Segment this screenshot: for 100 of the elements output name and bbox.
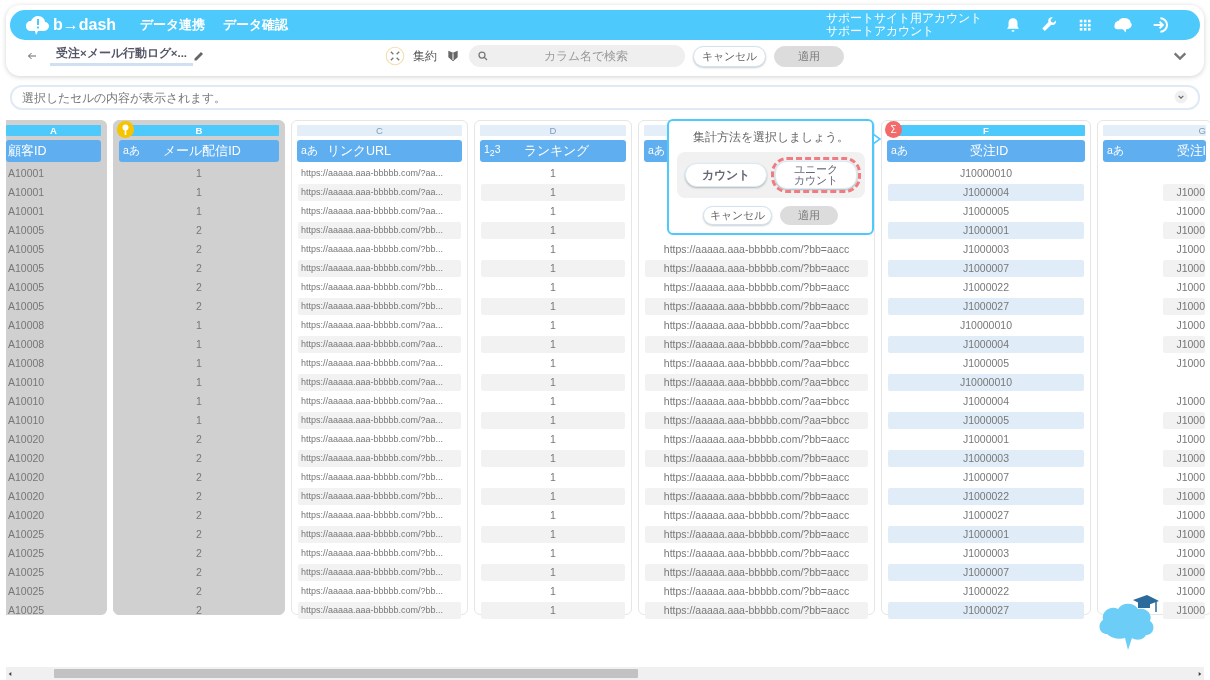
- table-cell[interactable]: https://aaaaa.aaa-bbbbb.com/?bb=aacc: [645, 488, 868, 505]
- table-cell[interactable]: https://aaaaa.aaa-bbbbb.com/?aa=bbcc: [645, 336, 868, 353]
- table-cell[interactable]: J1000005: [888, 355, 1084, 372]
- table-cell[interactable]: 1: [481, 393, 625, 410]
- column-header[interactable]: 1$_{2}$3 ランキング: [480, 140, 626, 162]
- table-cell[interactable]: J1000027: [888, 507, 1084, 524]
- column-header[interactable]: aあ メール配信ID: [119, 140, 279, 162]
- table-cell[interactable]: A10025: [7, 583, 100, 600]
- table-cell[interactable]: A10008: [7, 355, 100, 372]
- table-cell[interactable]: J10000010: [888, 165, 1084, 182]
- horizontal-scrollbar[interactable]: [6, 667, 1204, 680]
- table-cell[interactable]: 1: [120, 355, 278, 372]
- table-cell[interactable]: 1: [481, 184, 625, 201]
- table-cell[interactable]: A10025: [7, 564, 100, 581]
- table-cell[interactable]: 1: [120, 412, 278, 429]
- table-cell[interactable]: J1000007: [888, 564, 1084, 581]
- table-cell[interactable]: https://aaaaa.aaa-bbbbb.com/?bb...: [298, 222, 461, 239]
- column-letter[interactable]: C: [297, 125, 462, 136]
- table-cell[interactable]: A10010: [7, 412, 100, 429]
- table-cell[interactable]: J1000005: [888, 203, 1084, 220]
- column-header[interactable]: aあ リンクURL: [297, 140, 462, 162]
- table-cell[interactable]: A10008: [7, 317, 100, 334]
- column-letter[interactable]: G: [1103, 125, 1206, 136]
- table-cell[interactable]: 2: [120, 602, 278, 619]
- table-cell[interactable]: 2: [120, 450, 278, 467]
- pencil-icon[interactable]: [193, 50, 206, 62]
- table-cell[interactable]: J1000: [1163, 431, 1205, 448]
- table-cell[interactable]: 2: [120, 545, 278, 562]
- table-cell[interactable]: https://aaaaa.aaa-bbbbb.com/?aa...: [298, 336, 461, 353]
- chevron-down-icon[interactable]: [1174, 90, 1188, 104]
- table-cell[interactable]: A10005: [7, 279, 100, 296]
- table-cell[interactable]: J1000022: [888, 279, 1084, 296]
- table-cell[interactable]: A10025: [7, 545, 100, 562]
- sheet-title[interactable]: 受注×メール行動ログ×...: [50, 46, 194, 66]
- table-cell[interactable]: 1: [481, 355, 625, 372]
- column-header[interactable]: aあ 受注I: [1103, 140, 1206, 162]
- table-cell[interactable]: A10001: [7, 165, 100, 182]
- table-cell[interactable]: A10005: [7, 241, 100, 258]
- table-cell[interactable]: J1000: [1163, 222, 1205, 239]
- table-cell[interactable]: https://aaaaa.aaa-bbbbb.com/?bb=aacc: [645, 279, 868, 296]
- table-cell[interactable]: https://aaaaa.aaa-bbbbb.com/?bb=aacc: [645, 431, 868, 448]
- table-cell[interactable]: 1: [481, 412, 625, 429]
- table-cell[interactable]: 2: [120, 279, 278, 296]
- table-cell[interactable]: 2: [120, 431, 278, 448]
- wrench-icon[interactable]: [1040, 16, 1058, 34]
- scrollbar-thumb[interactable]: [54, 669, 638, 678]
- table-cell[interactable]: J1000: [1163, 298, 1205, 315]
- cancel-button[interactable]: キャンセル: [703, 206, 772, 225]
- table-cell[interactable]: https://aaaaa.aaa-bbbbb.com/?bb...: [298, 450, 461, 467]
- table-cell[interactable]: 1: [481, 469, 625, 486]
- table-cell[interactable]: J1000004: [888, 336, 1084, 353]
- table-cell[interactable]: J1000004: [888, 184, 1084, 201]
- table-cell[interactable]: A10001: [7, 184, 100, 201]
- table-cell[interactable]: A10005: [7, 222, 100, 239]
- table-cell[interactable]: A10008: [7, 336, 100, 353]
- table-cell[interactable]: A10010: [7, 374, 100, 391]
- table-cell[interactable]: https://aaaaa.aaa-bbbbb.com/?bb...: [298, 488, 461, 505]
- table-cell[interactable]: J1000022: [888, 583, 1084, 600]
- table-cell[interactable]: https://aaaaa.aaa-bbbbb.com/?aa...: [298, 412, 461, 429]
- table-cell[interactable]: 1: [481, 260, 625, 277]
- table-cell[interactable]: https://aaaaa.aaa-bbbbb.com/?bb=aacc: [645, 583, 868, 600]
- table-cell[interactable]: J1000: [1163, 412, 1205, 429]
- table-cell[interactable]: J1000003: [888, 545, 1084, 562]
- table-cell[interactable]: J1000: [1163, 602, 1205, 619]
- table-cell[interactable]: J1000: [1163, 488, 1205, 505]
- table-cell[interactable]: J1000001: [888, 526, 1084, 543]
- table-cell[interactable]: J1000: [1163, 260, 1205, 277]
- table-cell[interactable]: J1000007: [888, 469, 1084, 486]
- table-cell[interactable]: 1: [481, 602, 625, 619]
- back-arrow-icon[interactable]: [26, 50, 38, 62]
- table-cell[interactable]: 1: [481, 507, 625, 524]
- table-cell[interactable]: J10000010: [888, 374, 1084, 391]
- table-cell[interactable]: https://aaaaa.aaa-bbbbb.com/?aa...: [298, 317, 461, 334]
- table-cell[interactable]: https://aaaaa.aaa-bbbbb.com/?aa=bbcc: [645, 374, 868, 391]
- table-cell[interactable]: https://aaaaa.aaa-bbbbb.com/?aa...: [298, 165, 461, 182]
- table-cell[interactable]: https://aaaaa.aaa-bbbbb.com/?aa...: [298, 393, 461, 410]
- table-cell[interactable]: 1: [481, 564, 625, 581]
- table-cell[interactable]: https://aaaaa.aaa-bbbbb.com/?bb...: [298, 469, 461, 486]
- table-cell[interactable]: 1: [481, 545, 625, 562]
- table-cell[interactable]: J1000: [1163, 526, 1205, 543]
- table-cell[interactable]: https://aaaaa.aaa-bbbbb.com/?bb...: [298, 241, 461, 258]
- table-cell[interactable]: 2: [120, 507, 278, 524]
- table-cell[interactable]: J1000: [1163, 317, 1205, 334]
- table-cell[interactable]: 1: [481, 431, 625, 448]
- table-cell[interactable]: J1000022: [888, 488, 1084, 505]
- table-cell[interactable]: J1000007: [888, 260, 1084, 277]
- table-cell[interactable]: 1: [120, 203, 278, 220]
- table-cell[interactable]: https://aaaaa.aaa-bbbbb.com/?aa...: [298, 184, 461, 201]
- table-cell[interactable]: J1000: [1163, 393, 1205, 410]
- table-cell[interactable]: 1: [481, 222, 625, 239]
- table-cell[interactable]: https://aaaaa.aaa-bbbbb.com/?bb=aacc: [645, 526, 868, 543]
- table-cell[interactable]: J1000: [1163, 241, 1205, 258]
- cancel-button[interactable]: キャンセル: [693, 45, 767, 67]
- table-cell[interactable]: J1000027: [888, 298, 1084, 315]
- table-cell[interactable]: https://aaaaa.aaa-bbbbb.com/?bb...: [298, 298, 461, 315]
- table-cell[interactable]: https://aaaaa.aaa-bbbbb.com/?bb...: [298, 545, 461, 562]
- table-cell[interactable]: https://aaaaa.aaa-bbbbb.com/?bb=aacc: [645, 469, 868, 486]
- table-cell[interactable]: J1000005: [888, 412, 1084, 429]
- table-cell[interactable]: 1: [481, 450, 625, 467]
- table-cell[interactable]: 1: [481, 526, 625, 543]
